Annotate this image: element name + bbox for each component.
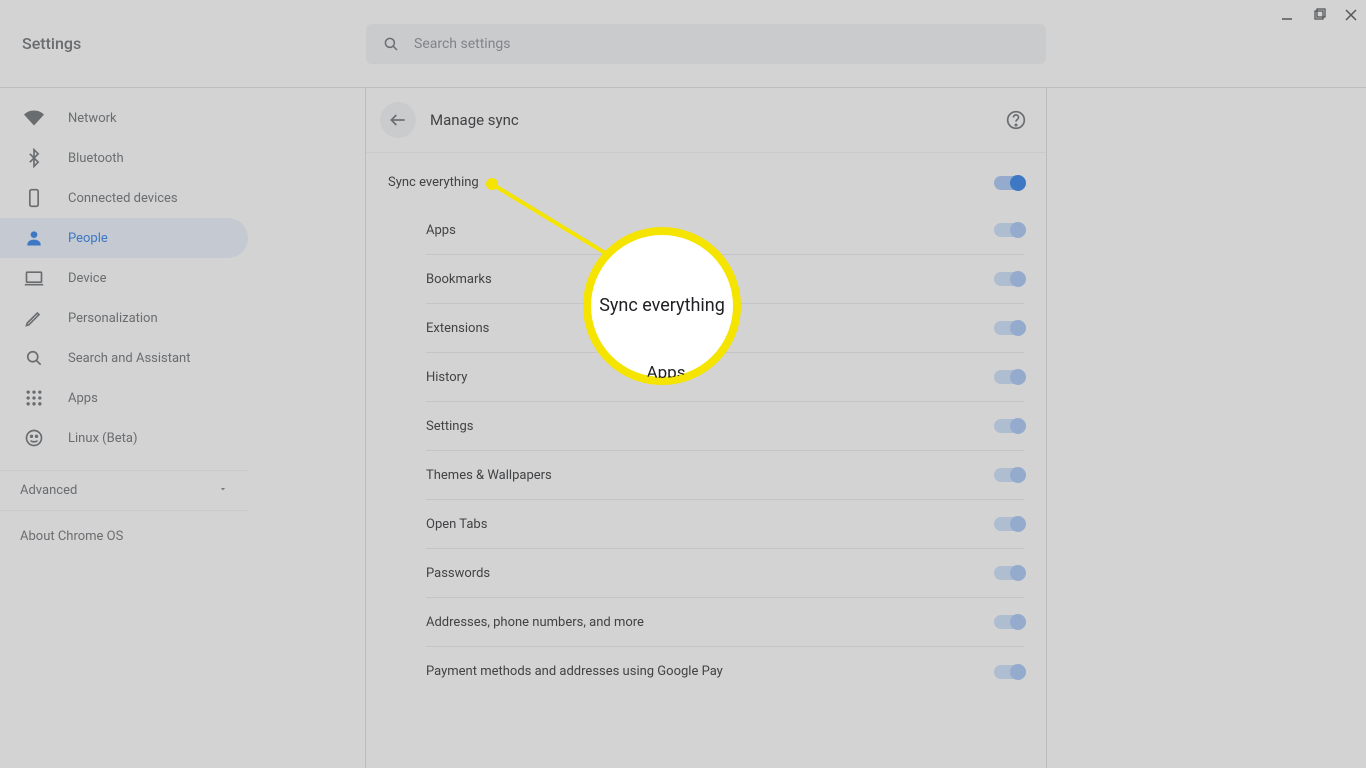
laptop-icon bbox=[24, 268, 44, 288]
sync-row-extensions: Extensions bbox=[426, 304, 1024, 353]
sync-toggle-passwords[interactable] bbox=[994, 566, 1024, 580]
bluetooth-icon bbox=[24, 148, 44, 168]
sync-row-addresses: Addresses, phone numbers, and more bbox=[426, 598, 1024, 647]
about-label: About Chrome OS bbox=[20, 529, 123, 544]
sidebar-item-label: Personalization bbox=[68, 311, 158, 326]
sync-toggle-history[interactable] bbox=[994, 370, 1024, 384]
minimize-button[interactable] bbox=[1280, 8, 1294, 22]
settings-panel: Manage sync Sync everything Apps Bookmar… bbox=[365, 88, 1047, 768]
sync-row-label: Themes & Wallpapers bbox=[426, 468, 552, 483]
sync-row-open-tabs: Open Tabs bbox=[426, 500, 1024, 549]
sidebar-advanced[interactable]: Advanced bbox=[0, 470, 248, 511]
sync-toggle-open-tabs[interactable] bbox=[994, 517, 1024, 531]
sidebar-item-label: Network bbox=[68, 111, 117, 126]
sync-row-label: Extensions bbox=[426, 321, 489, 336]
page-title: Manage sync bbox=[430, 111, 992, 129]
sync-toggle-addresses[interactable] bbox=[994, 615, 1024, 629]
help-button[interactable] bbox=[1006, 110, 1026, 130]
sidebar: Network Bluetooth Connected devices Peop… bbox=[0, 88, 248, 768]
phone-icon bbox=[24, 188, 44, 208]
sync-row-label: Settings bbox=[426, 419, 473, 434]
sync-everything-toggle[interactable] bbox=[994, 176, 1024, 190]
sync-row-payment: Payment methods and addresses using Goog… bbox=[426, 647, 1024, 696]
search-box[interactable] bbox=[366, 24, 1046, 64]
sidebar-item-label: Bluetooth bbox=[68, 151, 124, 166]
sync-row-themes: Themes & Wallpapers bbox=[426, 451, 1024, 500]
sidebar-item-network[interactable]: Network bbox=[0, 98, 248, 138]
sync-row-bookmarks: Bookmarks bbox=[426, 255, 1024, 304]
sync-toggle-payment[interactable] bbox=[994, 665, 1024, 679]
sidebar-item-label: People bbox=[68, 231, 108, 246]
sidebar-item-label: Device bbox=[68, 271, 107, 286]
sync-row-label: Payment methods and addresses using Goog… bbox=[426, 664, 723, 679]
content-area: Manage sync Sync everything Apps Bookmar… bbox=[248, 88, 1366, 768]
sidebar-item-apps[interactable]: Apps bbox=[0, 378, 248, 418]
sidebar-item-bluetooth[interactable]: Bluetooth bbox=[0, 138, 248, 178]
sync-toggle-themes[interactable] bbox=[994, 468, 1024, 482]
sync-toggle-apps[interactable] bbox=[994, 223, 1024, 237]
app-header: Settings bbox=[0, 0, 1366, 88]
sync-row-label: Addresses, phone numbers, and more bbox=[426, 615, 644, 630]
sync-row-label: History bbox=[426, 370, 467, 385]
sync-toggle-settings[interactable] bbox=[994, 419, 1024, 433]
sync-everything-label: Sync everything bbox=[388, 175, 479, 190]
app-title: Settings bbox=[22, 34, 366, 53]
person-icon bbox=[24, 228, 44, 248]
close-button[interactable] bbox=[1344, 8, 1358, 22]
advanced-label: Advanced bbox=[20, 483, 77, 498]
linux-icon bbox=[24, 428, 44, 448]
sync-row-label: Passwords bbox=[426, 566, 490, 581]
sidebar-item-linux[interactable]: Linux (Beta) bbox=[0, 418, 248, 458]
sidebar-item-search-assistant[interactable]: Search and Assistant bbox=[0, 338, 248, 378]
sidebar-item-device[interactable]: Device bbox=[0, 258, 248, 298]
sidebar-item-label: Connected devices bbox=[68, 191, 178, 206]
pencil-icon bbox=[24, 308, 44, 328]
sync-toggle-bookmarks[interactable] bbox=[994, 272, 1024, 286]
chevron-down-icon bbox=[218, 483, 228, 498]
sync-row-apps: Apps bbox=[426, 206, 1024, 255]
sync-row-label: Bookmarks bbox=[426, 272, 492, 287]
sidebar-item-people[interactable]: People bbox=[0, 218, 248, 258]
wifi-icon bbox=[24, 108, 44, 128]
sync-items-list: Apps Bookmarks Extensions History Settin… bbox=[366, 206, 1046, 696]
sync-toggle-extensions[interactable] bbox=[994, 321, 1024, 335]
panel-header: Manage sync bbox=[366, 88, 1046, 153]
sync-row-settings: Settings bbox=[426, 402, 1024, 451]
search-icon bbox=[24, 348, 44, 368]
sync-row-label: Apps bbox=[426, 223, 456, 238]
sync-row-label: Open Tabs bbox=[426, 517, 487, 532]
search-icon bbox=[382, 35, 400, 53]
window-controls bbox=[1280, 8, 1358, 22]
sync-row-passwords: Passwords bbox=[426, 549, 1024, 598]
sync-row-history: History bbox=[426, 353, 1024, 402]
sidebar-item-personalization[interactable]: Personalization bbox=[0, 298, 248, 338]
maximize-button[interactable] bbox=[1312, 8, 1326, 22]
sync-everything-row: Sync everything bbox=[366, 153, 1046, 206]
apps-grid-icon bbox=[24, 388, 44, 408]
sidebar-item-label: Apps bbox=[68, 391, 98, 406]
back-button[interactable] bbox=[380, 102, 416, 138]
sidebar-item-connected-devices[interactable]: Connected devices bbox=[0, 178, 248, 218]
sidebar-about[interactable]: About Chrome OS bbox=[0, 511, 248, 562]
sidebar-item-label: Linux (Beta) bbox=[68, 431, 137, 446]
search-input[interactable] bbox=[414, 36, 1030, 52]
sidebar-item-label: Search and Assistant bbox=[68, 351, 191, 366]
